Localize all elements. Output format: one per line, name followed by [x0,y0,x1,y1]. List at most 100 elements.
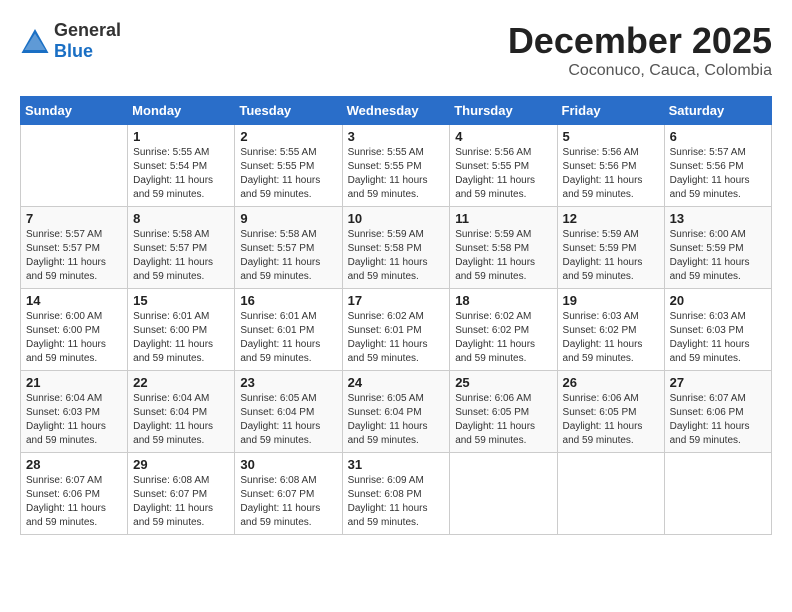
day-number: 25 [455,375,551,390]
day-number: 15 [133,293,229,308]
day-info: Sunrise: 6:00 AM Sunset: 5:59 PM Dayligh… [670,228,766,284]
day-number: 26 [563,375,659,390]
calendar-cell: 30 Sunrise: 6:08 AM Sunset: 6:07 PM Dayli… [235,453,342,535]
month-title: December 2025 [508,20,772,62]
day-number: 28 [26,457,122,472]
logo-general: General [54,20,121,40]
calendar-cell: 24 Sunrise: 6:05 AM Sunset: 6:04 PM Dayli… [342,371,450,453]
day-number: 31 [348,457,445,472]
logo-blue: Blue [54,41,93,61]
day-number: 19 [563,293,659,308]
day-info: Sunrise: 6:07 AM Sunset: 6:06 PM Dayligh… [670,392,766,448]
calendar-cell [664,453,771,535]
day-info: Sunrise: 6:02 AM Sunset: 6:01 PM Dayligh… [348,310,445,366]
location-title: Coconuco, Cauca, Colombia [508,62,772,80]
calendar-cell: 11Sunrise: 5:59 AM Sunset: 5:58 PM Dayli… [450,207,557,289]
calendar-cell: 31 Sunrise: 6:09 AM Sunset: 6:08 PM Dayli… [342,453,450,535]
calendar-cell: 16 Sunrise: 6:01 AM Sunset: 6:01 PM Dayli… [235,289,342,371]
calendar-cell: 26 Sunrise: 6:06 AM Sunset: 6:05 PM Dayli… [557,371,664,453]
calendar-cell [557,453,664,535]
calendar-cell [450,453,557,535]
day-info: Sunrise: 5:55 AM Sunset: 5:55 PM Dayligh… [348,146,445,202]
day-number: 6 [670,129,766,144]
calendar-cell: 17 Sunrise: 6:02 AM Sunset: 6:01 PM Dayli… [342,289,450,371]
calendar-cell: 14 Sunrise: 6:00 AM Sunset: 6:00 PM Dayli… [21,289,128,371]
calendar-cell: 1Sunrise: 5:55 AM Sunset: 5:54 PM Daylig… [128,125,235,207]
day-info: Sunrise: 5:58 AM Sunset: 5:57 PM Dayligh… [240,228,336,284]
weekday-header-tuesday: Tuesday [235,97,342,125]
weekday-header-sunday: Sunday [21,97,128,125]
day-number: 7 [26,211,122,226]
day-info: Sunrise: 6:06 AM Sunset: 6:05 PM Dayligh… [563,392,659,448]
day-info: Sunrise: 6:07 AM Sunset: 6:06 PM Dayligh… [26,474,122,530]
day-number: 22 [133,375,229,390]
calendar-cell: 9Sunrise: 5:58 AM Sunset: 5:57 PM Daylig… [235,207,342,289]
calendar-cell: 4 Sunrise: 5:56 AM Sunset: 5:55 PM Daylig… [450,125,557,207]
calendar-week-row: 28 Sunrise: 6:07 AM Sunset: 6:06 PM Dayli… [21,453,772,535]
weekday-header-row: SundayMondayTuesdayWednesdayThursdayFrid… [21,97,772,125]
day-info: Sunrise: 6:04 AM Sunset: 6:04 PM Dayligh… [133,392,229,448]
day-info: Sunrise: 6:08 AM Sunset: 6:07 PM Dayligh… [133,474,229,530]
calendar-cell: 3 Sunrise: 5:55 AM Sunset: 5:55 PM Daylig… [342,125,450,207]
day-info: Sunrise: 5:56 AM Sunset: 5:55 PM Dayligh… [455,146,551,202]
day-info: Sunrise: 6:00 AM Sunset: 6:00 PM Dayligh… [26,310,122,366]
day-info: Sunrise: 5:59 AM Sunset: 5:59 PM Dayligh… [563,228,659,284]
calendar-cell: 27 Sunrise: 6:07 AM Sunset: 6:06 PM Dayli… [664,371,771,453]
day-info: Sunrise: 6:06 AM Sunset: 6:05 PM Dayligh… [455,392,551,448]
day-number: 23 [240,375,336,390]
calendar-cell: 5 Sunrise: 5:56 AM Sunset: 5:56 PM Daylig… [557,125,664,207]
calendar-week-row: 1Sunrise: 5:55 AM Sunset: 5:54 PM Daylig… [21,125,772,207]
calendar-cell: 15Sunrise: 6:01 AM Sunset: 6:00 PM Dayli… [128,289,235,371]
day-info: Sunrise: 5:58 AM Sunset: 5:57 PM Dayligh… [133,228,229,284]
day-info: Sunrise: 5:59 AM Sunset: 5:58 PM Dayligh… [348,228,445,284]
page-header: General Blue December 2025 Coconuco, Cau… [20,20,772,80]
calendar-week-row: 21Sunrise: 6:04 AM Sunset: 6:03 PM Dayli… [21,371,772,453]
day-info: Sunrise: 6:05 AM Sunset: 6:04 PM Dayligh… [348,392,445,448]
calendar-cell: 10Sunrise: 5:59 AM Sunset: 5:58 PM Dayli… [342,207,450,289]
day-info: Sunrise: 6:03 AM Sunset: 6:02 PM Dayligh… [563,310,659,366]
day-info: Sunrise: 6:01 AM Sunset: 6:01 PM Dayligh… [240,310,336,366]
day-number: 20 [670,293,766,308]
day-info: Sunrise: 5:55 AM Sunset: 5:54 PM Dayligh… [133,146,229,202]
day-info: Sunrise: 6:03 AM Sunset: 6:03 PM Dayligh… [670,310,766,366]
day-number: 5 [563,129,659,144]
day-number: 4 [455,129,551,144]
day-number: 18 [455,293,551,308]
day-number: 29 [133,457,229,472]
day-info: Sunrise: 5:59 AM Sunset: 5:58 PM Dayligh… [455,228,551,284]
day-number: 30 [240,457,336,472]
calendar-cell: 18 Sunrise: 6:02 AM Sunset: 6:02 PM Dayli… [450,289,557,371]
day-info: Sunrise: 6:09 AM Sunset: 6:08 PM Dayligh… [348,474,445,530]
day-info: Sunrise: 5:57 AM Sunset: 5:56 PM Dayligh… [670,146,766,202]
calendar-cell: 6 Sunrise: 5:57 AM Sunset: 5:56 PM Daylig… [664,125,771,207]
weekday-header-monday: Monday [128,97,235,125]
calendar-cell: 22 Sunrise: 6:04 AM Sunset: 6:04 PM Dayli… [128,371,235,453]
calendar-week-row: 14 Sunrise: 6:00 AM Sunset: 6:00 PM Dayli… [21,289,772,371]
day-number: 16 [240,293,336,308]
calendar-cell: 28 Sunrise: 6:07 AM Sunset: 6:06 PM Dayli… [21,453,128,535]
day-number: 3 [348,129,445,144]
calendar-cell: 23 Sunrise: 6:05 AM Sunset: 6:04 PM Dayli… [235,371,342,453]
calendar-cell: 2 Sunrise: 5:55 AM Sunset: 5:55 PM Daylig… [235,125,342,207]
weekday-header-friday: Friday [557,97,664,125]
day-number: 21 [26,375,122,390]
title-section: December 2025 Coconuco, Cauca, Colombia [508,20,772,80]
calendar-week-row: 7 Sunrise: 5:57 AM Sunset: 5:57 PM Daylig… [21,207,772,289]
day-number: 13 [670,211,766,226]
day-number: 27 [670,375,766,390]
day-info: Sunrise: 6:02 AM Sunset: 6:02 PM Dayligh… [455,310,551,366]
calendar-cell: 12Sunrise: 5:59 AM Sunset: 5:59 PM Dayli… [557,207,664,289]
calendar-cell: 8Sunrise: 5:58 AM Sunset: 5:57 PM Daylig… [128,207,235,289]
day-info: Sunrise: 6:05 AM Sunset: 6:04 PM Dayligh… [240,392,336,448]
day-info: Sunrise: 5:55 AM Sunset: 5:55 PM Dayligh… [240,146,336,202]
day-number: 14 [26,293,122,308]
day-info: Sunrise: 6:08 AM Sunset: 6:07 PM Dayligh… [240,474,336,530]
calendar-cell: 19 Sunrise: 6:03 AM Sunset: 6:02 PM Dayli… [557,289,664,371]
day-info: Sunrise: 5:57 AM Sunset: 5:57 PM Dayligh… [26,228,122,284]
calendar-cell: 20 Sunrise: 6:03 AM Sunset: 6:03 PM Dayli… [664,289,771,371]
day-number: 17 [348,293,445,308]
day-info: Sunrise: 5:56 AM Sunset: 5:56 PM Dayligh… [563,146,659,202]
logo-icon [20,27,50,55]
day-number: 2 [240,129,336,144]
day-number: 24 [348,375,445,390]
